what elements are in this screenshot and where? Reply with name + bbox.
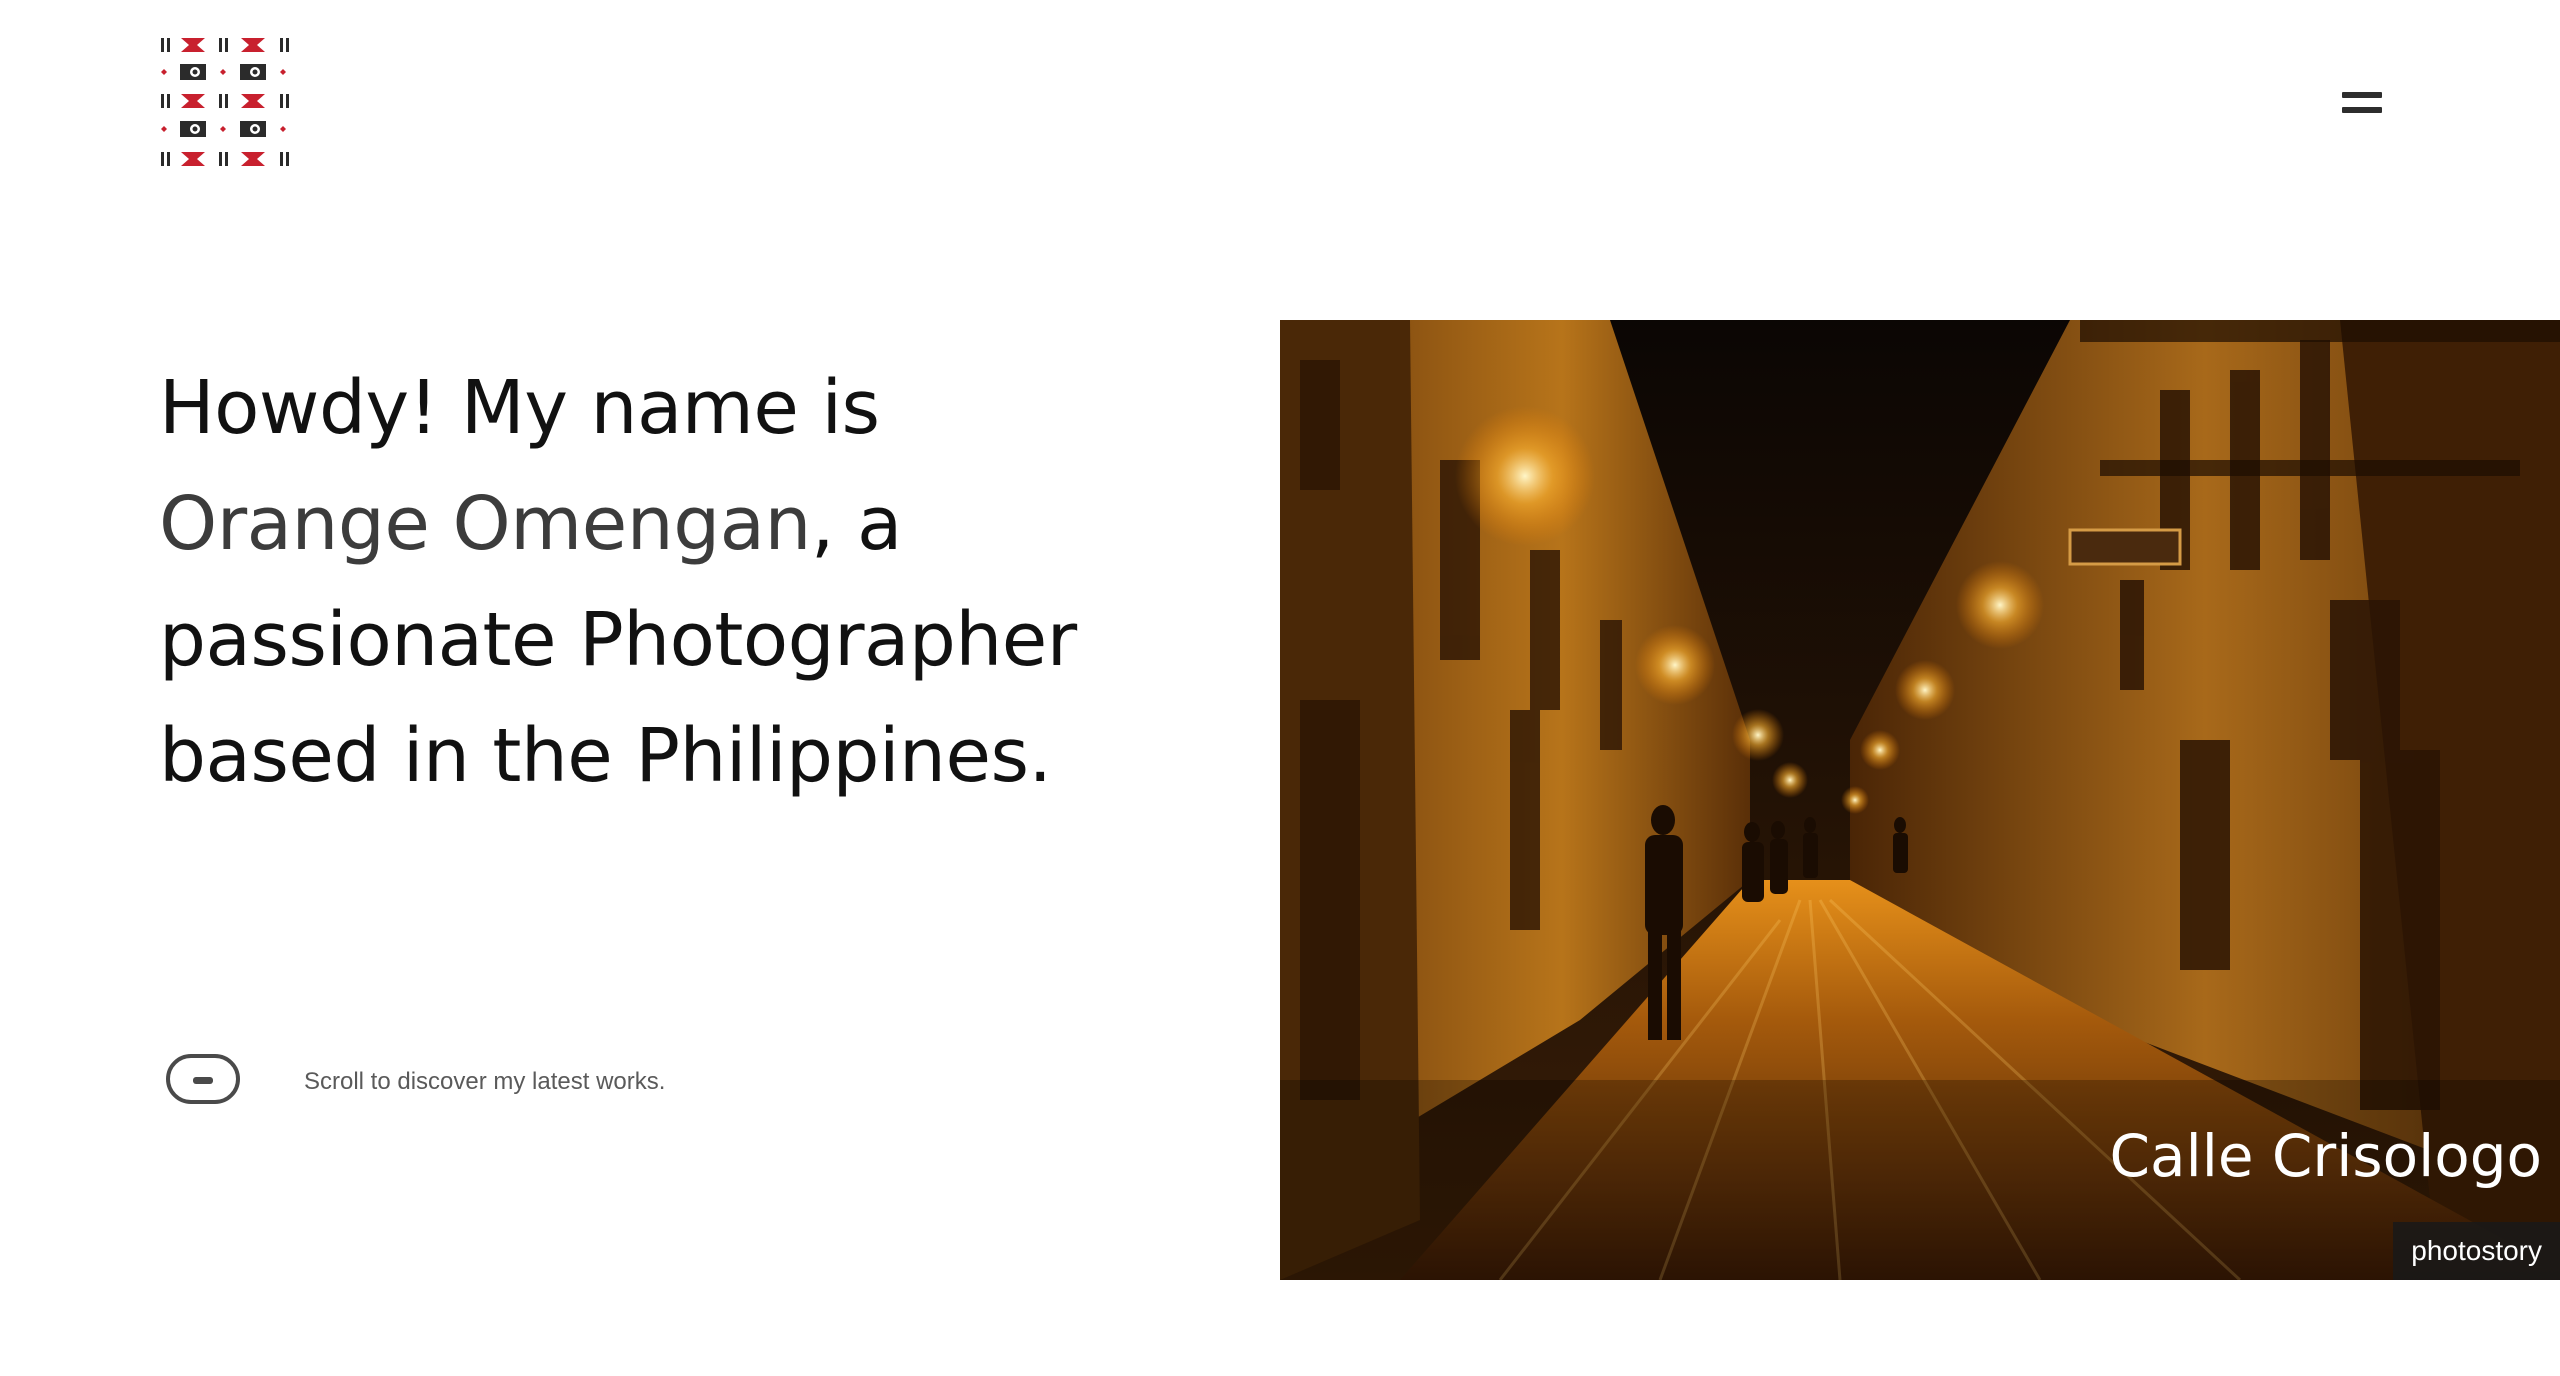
- featured-photostory[interactable]: Calle Crisologo photostory: [1280, 320, 2560, 1280]
- intro-line-1: Howdy! My name is: [159, 365, 880, 451]
- intro-heading: Howdy! My name is Orange Omengan, a pass…: [159, 350, 1159, 814]
- featured-category-tag[interactable]: photostory: [2393, 1222, 2560, 1280]
- intro-line-2: Orange Omengan, a: [159, 466, 1159, 582]
- hamburger-icon-top-bar: [2342, 92, 2382, 98]
- intro-name-suffix: , a: [810, 481, 902, 567]
- featured-title[interactable]: Calle Crisologo: [2110, 1122, 2542, 1190]
- mouse-wheel: [193, 1077, 213, 1084]
- site-logo[interactable]: [159, 36, 291, 168]
- mouse-scroll-icon: [166, 1054, 240, 1104]
- hamburger-icon-bottom-bar: [2342, 107, 2382, 113]
- menu-button[interactable]: [2336, 92, 2384, 124]
- camera-pattern-logo-icon: [161, 38, 289, 166]
- intro-line-3: passionate Photographer: [159, 597, 1077, 683]
- scroll-hint-text: Scroll to discover my latest works.: [304, 1068, 666, 1095]
- photographer-name: Orange Omengan: [159, 481, 811, 567]
- scroll-hint[interactable]: Scroll to discover my latest works.: [166, 1054, 766, 1110]
- intro-line-4: based in the Philippines.: [159, 713, 1052, 799]
